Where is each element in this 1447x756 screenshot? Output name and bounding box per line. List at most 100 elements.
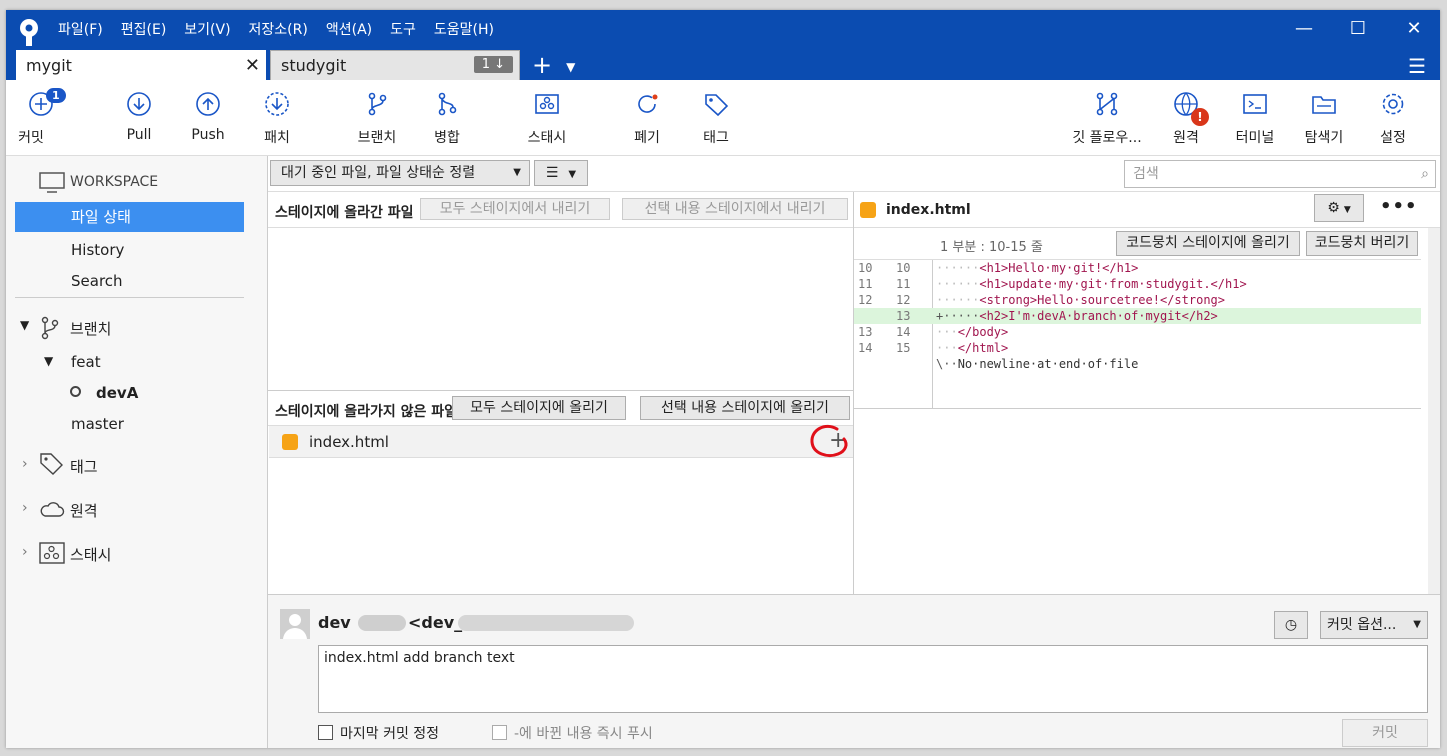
- sidebar-tags[interactable]: 태그: [70, 456, 98, 477]
- sidebar-item-search[interactable]: Search: [71, 272, 123, 290]
- sidebar-item-file-status[interactable]: 파일 상태: [15, 202, 244, 232]
- commit-button[interactable]: 1 커밋: [6, 80, 76, 156]
- unstage-selected-button[interactable]: 선택 내용 스테이지에서 내리기: [622, 198, 848, 220]
- tab-mygit[interactable]: mygit ✕: [16, 50, 266, 80]
- chevron-right-icon[interactable]: ›: [22, 544, 28, 560]
- menu-view[interactable]: 보기(V): [184, 20, 239, 40]
- commit-options-dropdown[interactable]: 커밋 옵션... ▼: [1320, 611, 1428, 639]
- diff-filename: index.html: [886, 202, 971, 218]
- avatar: [280, 609, 310, 639]
- chevron-right-icon[interactable]: ›: [22, 456, 28, 472]
- whitespace-markers: \··: [936, 357, 958, 371]
- pull-button[interactable]: Pull: [104, 80, 174, 156]
- diff-scrollbar[interactable]: [1428, 228, 1440, 594]
- sidebar-branches[interactable]: 브랜치: [70, 318, 111, 339]
- sidebar-stashes[interactable]: 스태시: [70, 544, 111, 565]
- file-status-pane: 스테이지에 올라간 파일 모두 스테이지에서 내리기 선택 내용 스테이지에서 …: [268, 192, 854, 594]
- menu-tools[interactable]: 도구: [390, 20, 425, 40]
- sort-dropdown[interactable]: 대기 중인 파일, 파일 상태순 정렬 ▼: [270, 160, 530, 186]
- gitflow-icon: [1096, 92, 1118, 116]
- diff-line: 11 11 ······<h1>update·my·git·from·studygi…: [854, 276, 1421, 292]
- new-tab-plus-icon[interactable]: +: [532, 50, 552, 80]
- cloud-icon: [40, 502, 65, 517]
- settings-label: 설정: [1380, 130, 1406, 146]
- branch-master[interactable]: master: [71, 415, 124, 433]
- menu-help[interactable]: 도움말(H): [434, 20, 503, 40]
- view-mode-dropdown[interactable]: ☰ ▼: [534, 160, 588, 186]
- unstage-all-button[interactable]: 모두 스테이지에서 내리기: [420, 198, 610, 220]
- chevron-down-icon[interactable]: ▼: [20, 318, 29, 332]
- branch-devA[interactable]: devA: [96, 384, 138, 402]
- stage-hunk-button[interactable]: 코드뭉치 스테이지에 올리기: [1116, 231, 1300, 256]
- fetch-label: 패치: [264, 130, 290, 146]
- tag-button[interactable]: 태그: [681, 80, 751, 156]
- push-now-checkbox[interactable]: [492, 725, 507, 740]
- menu-repository[interactable]: 저장소(R): [249, 20, 317, 40]
- line-code: ······<h1>Hello·my·git!</h1>: [936, 260, 1138, 276]
- close-window-icon[interactable]: ✕: [1402, 18, 1426, 39]
- title-bar: 파일(F) 편집(E) 보기(V) 저장소(R) 액션(A) 도구 도움말(H)…: [6, 10, 1440, 80]
- pull-arrow-down-icon: [127, 92, 151, 116]
- sidebar-remotes[interactable]: 원격: [70, 500, 98, 521]
- modified-pencil-icon: [282, 434, 298, 450]
- staged-header: 스테이지에 올라간 파일 모두 스테이지에서 내리기 선택 내용 스테이지에서 …: [268, 192, 853, 228]
- gitflow-button[interactable]: 깃 플로우...: [1064, 80, 1150, 156]
- tag-icon: [40, 453, 63, 475]
- more-options-icon[interactable]: •••: [1380, 196, 1418, 217]
- whitespace-markers: ······: [936, 277, 980, 291]
- discard-hunk-button[interactable]: 코드뭉치 버리기: [1306, 231, 1418, 256]
- tab-label: studygit: [281, 56, 347, 75]
- menu-edit[interactable]: 편집(E): [121, 20, 176, 40]
- terminal-button[interactable]: 터미널: [1220, 80, 1290, 156]
- discard-button[interactable]: 폐기: [612, 80, 682, 156]
- hunk-header: 1 부분 : 10-15 줄 코드뭉치 스테이지에 올리기 코드뭉치 버리기: [854, 228, 1421, 260]
- sidebar: WORKSPACE 파일 상태 History Search ▼ 브랜치 ▼ f…: [6, 156, 268, 748]
- tabs-dropdown-icon[interactable]: ▼: [566, 50, 575, 80]
- search-input[interactable]: 검색 ⌕: [1124, 160, 1436, 188]
- terminal-icon: [1243, 94, 1267, 114]
- fetch-button[interactable]: 패치: [242, 80, 312, 156]
- folder-icon: [1312, 96, 1336, 114]
- stash-icon: [39, 542, 65, 564]
- stash-button[interactable]: 스태시: [512, 80, 582, 156]
- diff-line: \··No·newline·at·end·of·file: [854, 356, 1421, 372]
- stage-all-button[interactable]: 모두 스테이지에 올리기: [452, 396, 626, 420]
- old-line-number: 14: [858, 341, 873, 355]
- menu-actions[interactable]: 액션(A): [326, 20, 381, 40]
- tab-studygit[interactable]: studygit 1 ↓: [270, 50, 520, 80]
- tab-label: mygit: [26, 55, 72, 75]
- tab-close-icon[interactable]: ✕: [245, 55, 260, 76]
- gitflow-label: 깃 플로우...: [1072, 130, 1142, 146]
- remote-button[interactable]: ! 원격: [1151, 80, 1221, 156]
- push-button[interactable]: Push: [173, 80, 243, 156]
- fetch-dashed-arrow-icon: [265, 92, 289, 116]
- stage-selected-button[interactable]: 선택 내용 스테이지에 올리기: [640, 396, 850, 420]
- stash-label: 스태시: [527, 130, 567, 146]
- sidebar-item-history[interactable]: History: [71, 241, 124, 259]
- chevron-right-icon[interactable]: ›: [22, 500, 28, 516]
- tag-label: 태그: [703, 130, 729, 146]
- amend-checkbox[interactable]: [318, 725, 333, 740]
- diff-settings-dropdown[interactable]: ⚙ ▼: [1314, 194, 1364, 222]
- chevron-down-icon[interactable]: ▼: [44, 354, 53, 368]
- tag-icon: [705, 94, 729, 117]
- hunk-range: 1 부분 : 10-15 줄: [940, 240, 1043, 255]
- branch-folder-feat[interactable]: feat: [71, 353, 101, 371]
- diff-content: 10 10 ······<h1>Hello·my·git!</h1> 11 11 ···…: [854, 260, 1421, 408]
- maximize-icon[interactable]: ☐: [1346, 18, 1370, 39]
- staged-title: 스테이지에 올라간 파일: [275, 205, 414, 221]
- explorer-button[interactable]: 탐색기: [1289, 80, 1359, 156]
- commit-message-input[interactable]: index.html add branch text: [318, 645, 1428, 713]
- history-clock-button[interactable]: ◷: [1274, 611, 1308, 639]
- branch-button[interactable]: 브랜치: [342, 80, 412, 156]
- menu-file[interactable]: 파일(F): [58, 20, 112, 40]
- hamburger-menu-icon[interactable]: ☰: [1408, 54, 1426, 78]
- diff-header: index.html ⚙ ▼ •••: [854, 192, 1440, 228]
- merge-button[interactable]: 병합: [412, 80, 482, 156]
- merge-label: 병합: [434, 130, 460, 146]
- commit-submit-button[interactable]: 커밋: [1342, 719, 1428, 747]
- sourcetree-logo-icon: [20, 19, 38, 46]
- unstaged-file-row[interactable]: index.html +: [269, 424, 853, 458]
- settings-button[interactable]: 설정: [1358, 80, 1428, 156]
- minimize-icon[interactable]: —: [1292, 18, 1316, 39]
